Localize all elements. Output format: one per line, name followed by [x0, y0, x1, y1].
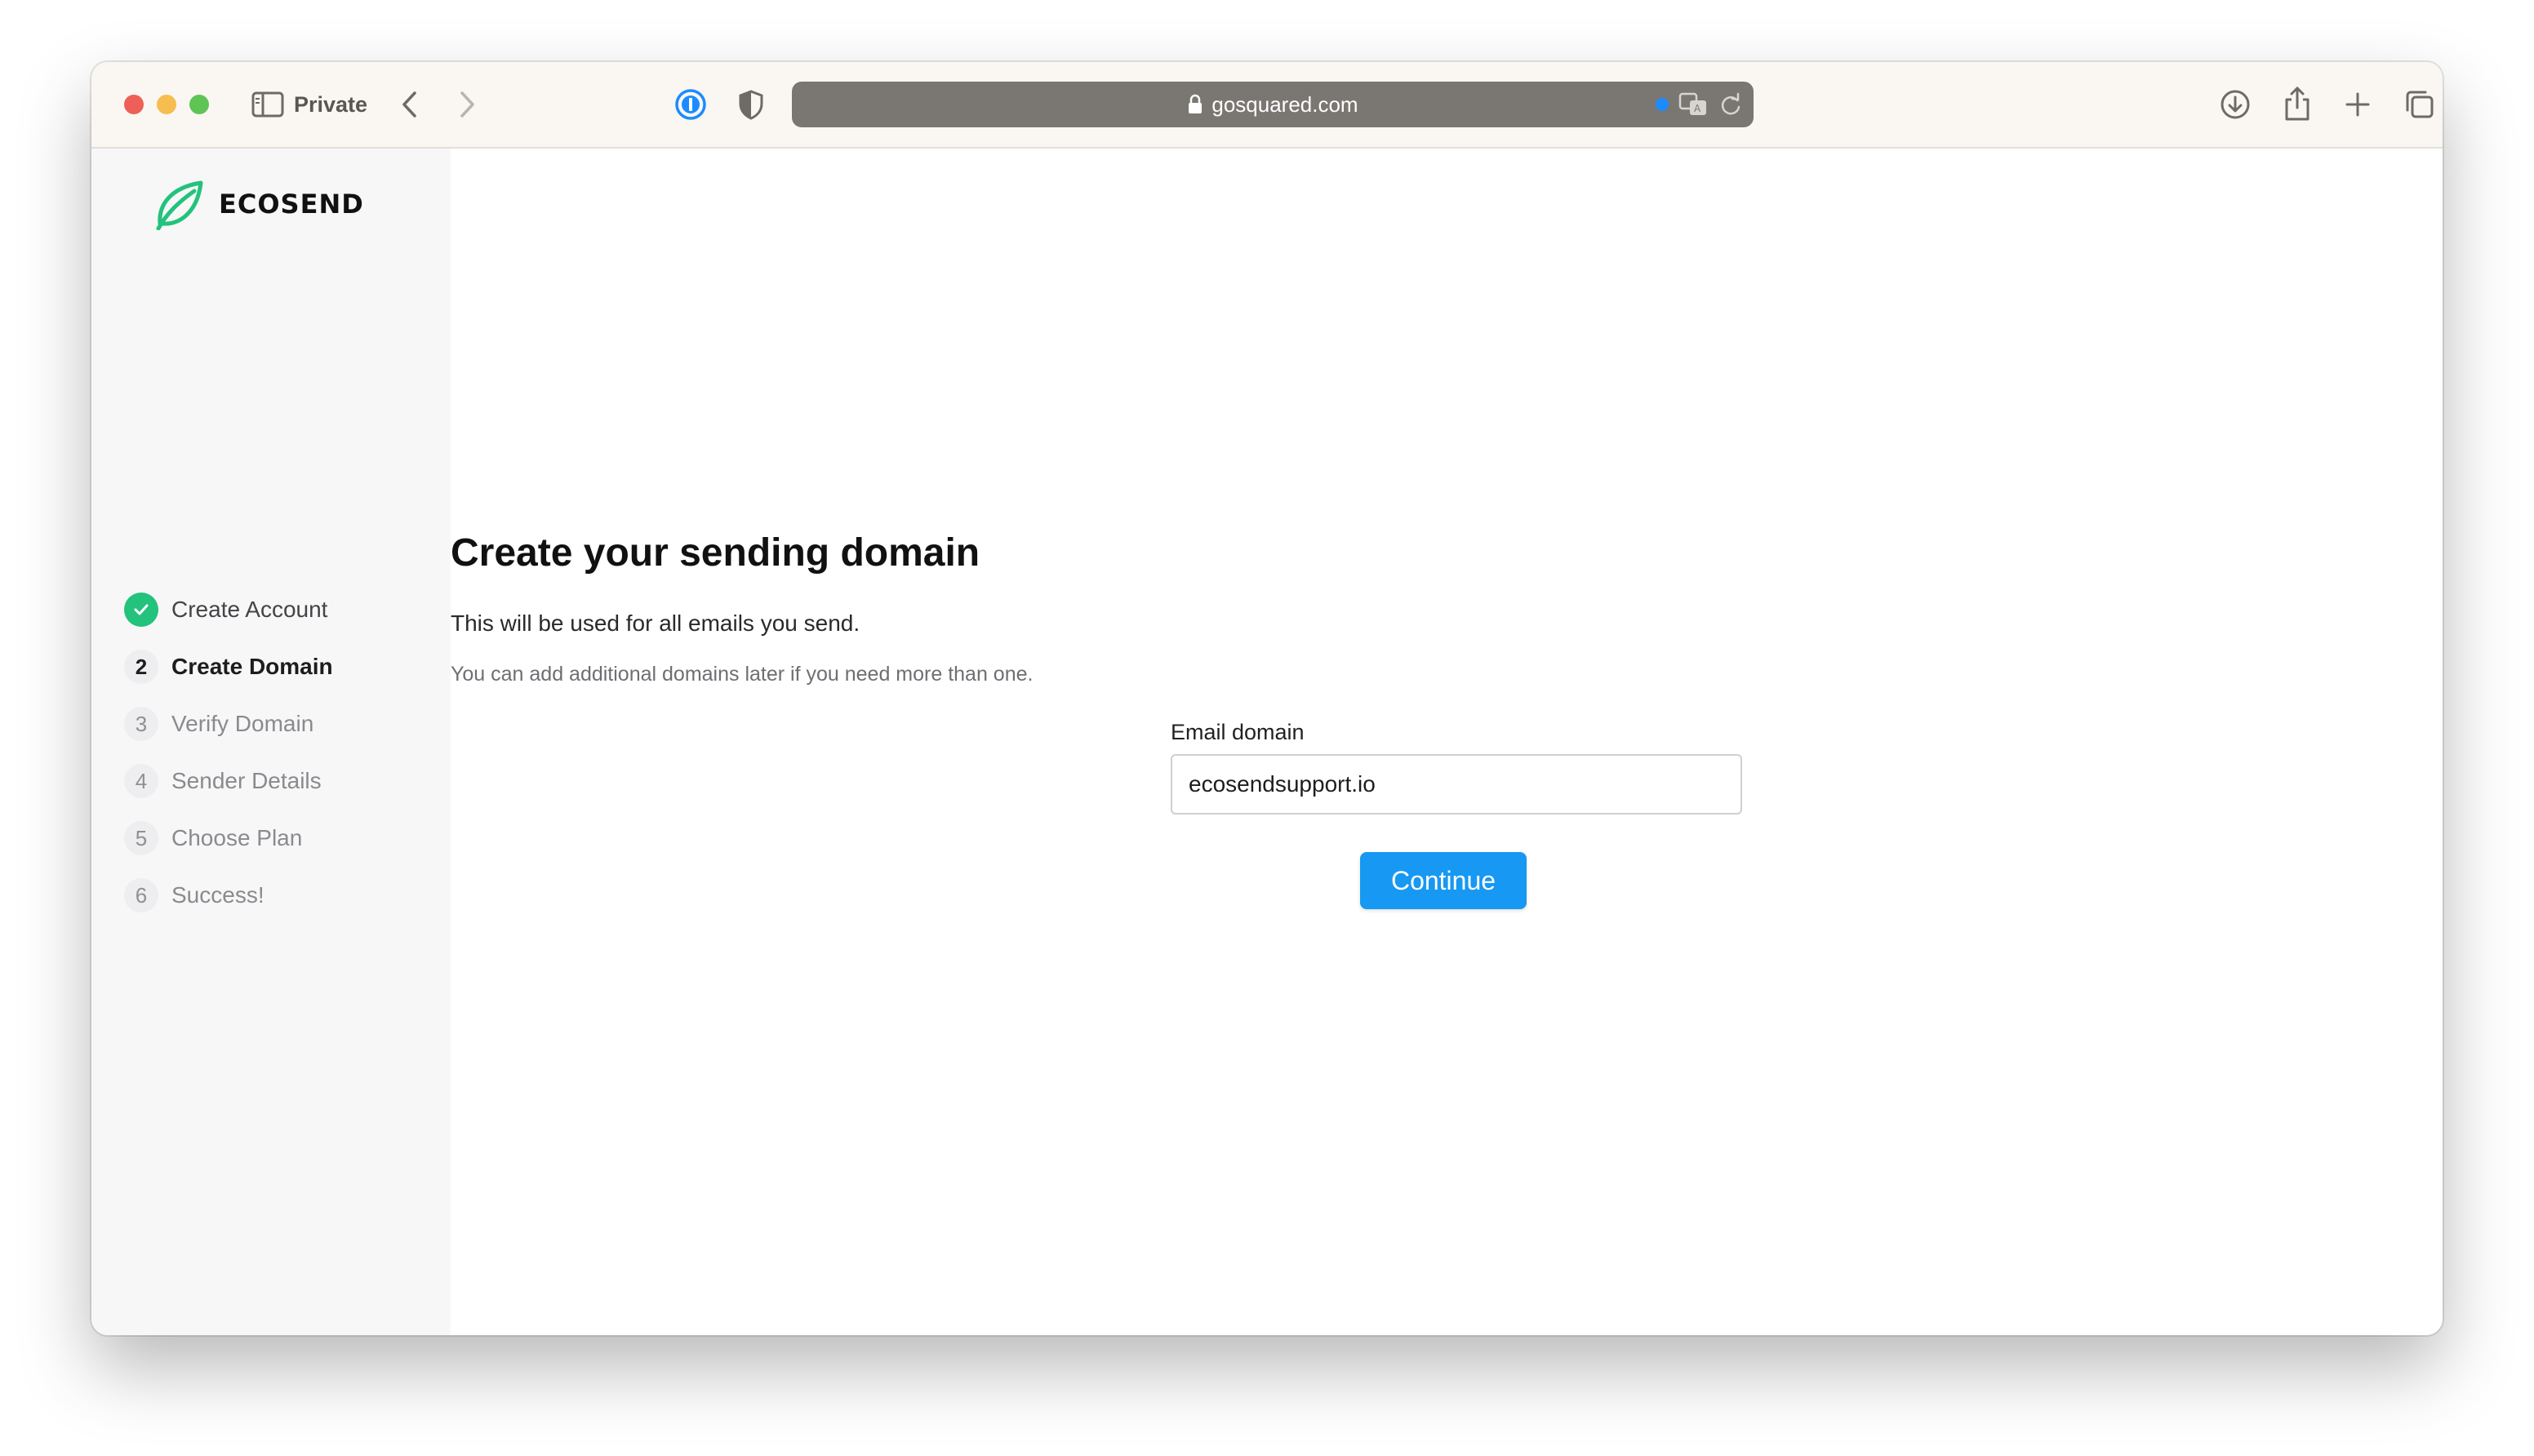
svg-text:A: A — [1694, 103, 1701, 114]
step-label: Success! — [171, 882, 265, 908]
lock-icon — [1189, 94, 1203, 113]
sidebar-toggle-icon[interactable] — [251, 90, 284, 119]
step-label: Choose Plan — [171, 825, 303, 850]
email-domain-input[interactable] — [1171, 754, 1742, 815]
step-success[interactable]: 6 Success! — [124, 867, 333, 924]
brand-name: ECOSEND — [219, 189, 364, 220]
step-number: 5 — [124, 821, 158, 855]
step-number: 4 — [124, 764, 158, 798]
step-number: 3 — [124, 707, 158, 741]
reload-icon[interactable] — [1719, 92, 1742, 117]
step-create-account[interactable]: Create Account — [124, 581, 333, 638]
browser-toolbar: Private gosquared.com A — [91, 62, 2443, 149]
check-icon — [124, 593, 158, 627]
back-icon[interactable] — [393, 87, 426, 122]
step-label: Create Domain — [171, 654, 333, 679]
extension-indicator-icon[interactable] — [1656, 98, 1669, 111]
ecosend-logo[interactable]: ECOSEND — [152, 178, 364, 230]
shield-icon[interactable] — [733, 87, 769, 122]
step-sender-details[interactable]: 4 Sender Details — [124, 752, 333, 810]
url-text: gosquared.com — [1211, 91, 1358, 117]
address-bar[interactable]: gosquared.com A — [792, 82, 1754, 127]
step-create-domain[interactable]: 2 Create Domain — [124, 638, 333, 695]
download-icon[interactable] — [2217, 87, 2253, 122]
page-subtitle: This will be used for all emails you sen… — [451, 610, 860, 636]
new-tab-icon[interactable] — [2340, 87, 2376, 122]
tab-overview-icon[interactable] — [2402, 87, 2438, 122]
step-choose-plan[interactable]: 5 Choose Plan — [124, 810, 333, 867]
minimize-window-button[interactable] — [157, 95, 176, 114]
onboarding-sidebar: ECOSEND Create Account 2 Create Domain 3… — [91, 149, 451, 1335]
step-label: Sender Details — [171, 768, 322, 793]
share-icon[interactable] — [2279, 83, 2315, 124]
step-verify-domain[interactable]: 3 Verify Domain — [124, 695, 333, 752]
leaf-icon — [156, 180, 203, 230]
password-manager-icon[interactable] — [673, 87, 709, 122]
browser-window: Private gosquared.com A ECOSEND Create A… — [91, 62, 2443, 1335]
zoom-window-button[interactable] — [189, 95, 209, 114]
step-number: 2 — [124, 650, 158, 684]
step-number: 6 — [124, 878, 158, 912]
page-title: Create your sending domain — [451, 531, 980, 575]
translate-icon[interactable]: A — [1678, 92, 1709, 117]
email-domain-label: Email domain — [1171, 720, 1305, 744]
continue-button[interactable]: Continue — [1360, 852, 1527, 909]
step-label: Create Account — [171, 597, 328, 622]
private-label: Private — [294, 92, 368, 117]
step-label: Verify Domain — [171, 711, 314, 736]
helper-note: You can add additional domains later if … — [451, 663, 1034, 686]
steps-list: Create Account 2 Create Domain 3 Verify … — [124, 581, 333, 924]
main-content: Create your sending domain This will be … — [451, 149, 2443, 1335]
close-window-button[interactable] — [124, 95, 144, 114]
forward-icon[interactable] — [451, 87, 483, 122]
